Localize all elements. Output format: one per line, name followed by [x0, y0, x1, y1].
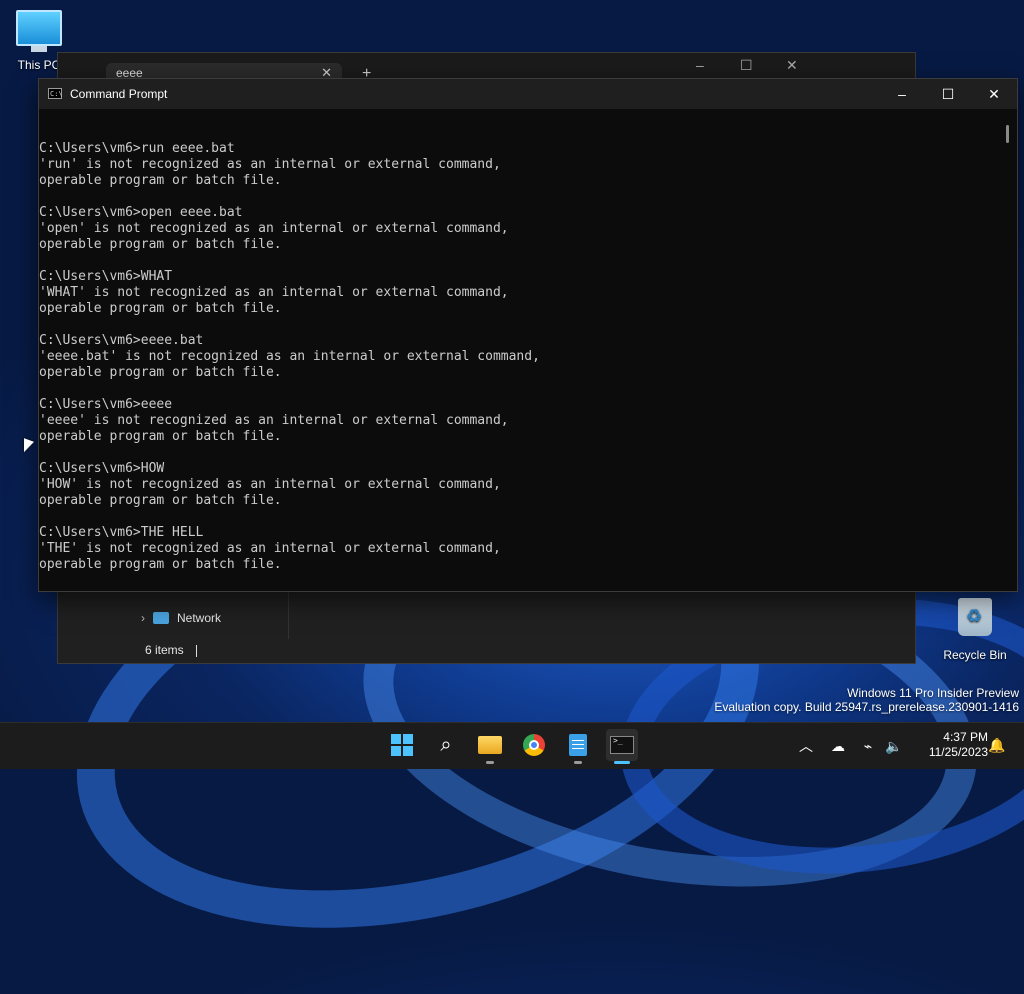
status-separator — [195, 644, 197, 657]
taskbar-chrome[interactable] — [518, 729, 550, 761]
explorer-status-bar: 6 items — [145, 643, 197, 657]
active-indicator — [614, 761, 630, 764]
console-line: operable program or batch file. — [39, 173, 282, 188]
notepad-icon — [569, 734, 587, 756]
taskbar-terminal[interactable]: >_ — [606, 729, 638, 764]
console-line: 'THE' is not recognized as an internal o… — [39, 541, 501, 556]
console-line: C:\Users\vm6>WHAT — [39, 269, 173, 284]
search-icon: ⌕ — [440, 733, 452, 756]
volume-status[interactable]: 🔈 — [882, 723, 906, 769]
console-line: operable program or batch file. — [39, 557, 282, 572]
running-indicator — [574, 761, 582, 764]
maximize-button[interactable]: ☐ — [925, 79, 971, 109]
mouse-cursor-icon — [24, 438, 34, 456]
title-bar[interactable]: C:\ Command Prompt – ☐ ✕ — [39, 79, 1017, 109]
console-line: C:\Users\vm6>eeee.bat — [39, 333, 204, 348]
console-line: operable program or batch file. — [39, 237, 282, 252]
watermark-line-2: Evaluation copy. Build 25947.rs_prerelea… — [714, 700, 1019, 714]
console-line: 'open' is not recognized as an internal … — [39, 221, 509, 236]
console-line: C:\Users\vm6>eeee — [39, 397, 173, 412]
nav-item-label: Network — [177, 611, 222, 625]
notification-bell-icon[interactable]: 🔔 — [988, 737, 1005, 754]
explorer-nav-pane: › Network — [131, 589, 288, 645]
console-line: 'run' is not recognized as an internal o… — [39, 157, 501, 172]
speaker-icon: 🔈 — [885, 737, 903, 754]
pane-divider[interactable] — [288, 589, 289, 639]
clock-time: 4:37 PM — [943, 730, 988, 744]
maximize-button[interactable]: ☐ — [740, 57, 753, 74]
show-hidden-icons-button[interactable]: ︿ — [794, 723, 818, 769]
scrollbar-thumb[interactable] — [1006, 125, 1009, 143]
cmd-app-icon: C:\ — [48, 88, 63, 99]
close-button[interactable]: ✕ — [786, 57, 798, 74]
console-line: C:\Users\vm6>open eeee.bat — [39, 205, 243, 220]
cloud-off-icon: ☁ — [831, 737, 845, 754]
window-title: Command Prompt — [70, 87, 168, 101]
start-button[interactable] — [386, 729, 418, 761]
running-indicator — [486, 761, 494, 764]
clock[interactable]: 4:37 PM 11/25/2023 — [912, 730, 988, 760]
minimize-button[interactable]: – — [696, 57, 704, 73]
taskbar-file-explorer[interactable] — [474, 729, 506, 764]
console-line: operable program or batch file. — [39, 493, 282, 508]
monitor-stand — [31, 46, 47, 52]
console-line: C:\Users\vm6>HOW — [39, 461, 165, 476]
console-line: operable program or batch file. — [39, 301, 282, 316]
chrome-icon — [523, 734, 545, 756]
console-output[interactable]: C:\Users\vm6>run eeee.bat'run' is not re… — [39, 125, 999, 587]
console-line: 'eeee' is not recognized as an internal … — [39, 413, 509, 428]
nav-item-network[interactable]: › Network — [141, 611, 221, 625]
desktop-icon-recycle-bin[interactable]: Recycle Bin — [940, 598, 1010, 662]
clock-date: 11/25/2023 — [928, 745, 988, 759]
console-line: C:\Users\vm6>run eeee.bat — [39, 141, 235, 156]
recycle-bin-icon — [958, 598, 992, 636]
close-button[interactable]: ✕ — [971, 79, 1017, 109]
console-line: operable program or batch file. — [39, 365, 282, 380]
taskbar: ⌕ >_ ︿ ☁ ⌁ 🔈 4:37 PM 11/25/2023 🔔 — [0, 722, 1024, 769]
windows-logo-icon — [391, 734, 413, 756]
onedrive-status[interactable]: ☁ — [826, 723, 850, 769]
item-count: 6 items — [145, 643, 184, 657]
folder-icon — [478, 736, 502, 754]
network-icon — [153, 612, 169, 624]
search-button[interactable]: ⌕ — [430, 729, 462, 761]
evaluation-watermark: Windows 11 Pro Insider Preview Evaluatio… — [714, 686, 1019, 714]
console-line: 'WHAT' is not recognized as an internal … — [39, 285, 509, 300]
console-line: C:\Users\vm6>THE HELL — [39, 525, 204, 540]
minimize-button[interactable]: – — [879, 79, 925, 109]
network-icon: ⌁ — [863, 737, 873, 754]
console-line: operable program or batch file. — [39, 429, 282, 444]
command-prompt-window[interactable]: C:\ Command Prompt – ☐ ✕ C:\Users\vm6>ru… — [38, 78, 1018, 592]
console-line: 'eeee.bat' is not recognized as an inter… — [39, 349, 540, 364]
desktop-icon-label: Recycle Bin — [943, 648, 1007, 662]
terminal-icon: >_ — [610, 736, 634, 754]
console-line: 'HOW' is not recognized as an internal o… — [39, 477, 501, 492]
monitor-icon — [16, 10, 62, 46]
chevron-right-icon[interactable]: › — [141, 611, 145, 625]
chevron-up-icon: ︿ — [799, 738, 813, 754]
watermark-line-1: Windows 11 Pro Insider Preview — [847, 686, 1019, 700]
network-status[interactable]: ⌁ — [856, 723, 880, 769]
taskbar-notepad[interactable] — [562, 729, 594, 764]
